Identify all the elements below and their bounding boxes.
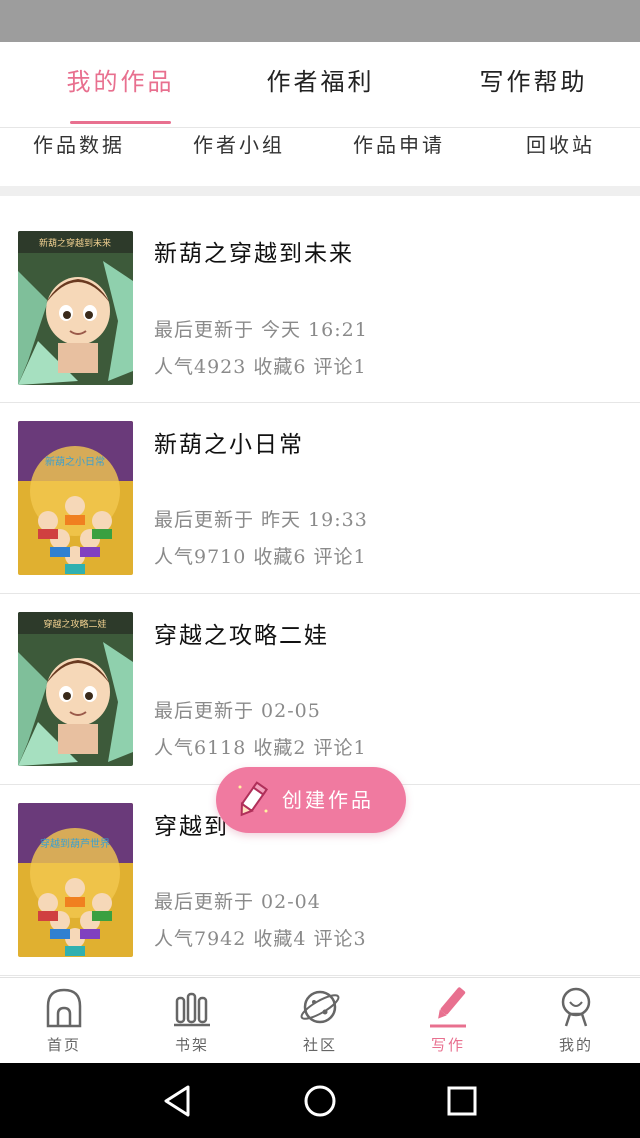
work-cover[interactable]: 穿越之攻略二娃 bbox=[18, 612, 133, 766]
create-work-label: 创建作品 bbox=[282, 788, 374, 812]
home-icon bbox=[46, 988, 82, 1028]
work-item[interactable]: 新葫之穿越到未来 新葫之穿越到未来 最后更新于 今天 16:21 人气4923 … bbox=[0, 196, 640, 403]
back-icon[interactable] bbox=[158, 1081, 198, 1121]
tab-writing-help[interactable]: 写作帮助 bbox=[427, 42, 640, 128]
system-nav-bar bbox=[0, 1063, 640, 1138]
work-updated-time: 最后更新于 02-04 bbox=[154, 891, 321, 913]
work-updated-time: 最后更新于 昨天 19:33 bbox=[154, 509, 368, 531]
tab-my-works[interactable]: 我的作品 bbox=[14, 42, 227, 128]
work-stats: 人气6118 收藏2 评论1 bbox=[154, 737, 367, 759]
works-list: 新葫之穿越到未来 新葫之穿越到未来 最后更新于 今天 16:21 人气4923 … bbox=[0, 196, 640, 976]
work-title: 新葫之穿越到未来 bbox=[154, 241, 354, 267]
work-item[interactable]: 穿越之攻略二娃 穿越之攻略二娃 最后更新于 02-05 人气6118 收藏2 评… bbox=[0, 594, 640, 785]
work-cover[interactable]: 新葫之小日常 bbox=[18, 421, 133, 575]
nav-community-label: 社区 bbox=[302, 1036, 337, 1054]
work-updated-time: 最后更新于 今天 16:21 bbox=[154, 319, 368, 341]
svg-text:新葫之小日常: 新葫之小日常 bbox=[45, 455, 105, 468]
recent-apps-icon[interactable] bbox=[442, 1081, 482, 1121]
work-stats: 人气9710 收藏6 评论1 bbox=[154, 546, 367, 568]
pen-icon bbox=[430, 987, 466, 1028]
work-stats: 人气7942 收藏4 评论3 bbox=[154, 928, 367, 950]
nav-community[interactable]: 社区 bbox=[256, 978, 384, 1064]
work-cover[interactable]: 新葫之穿越到未来 bbox=[18, 231, 133, 385]
nav-writing-label: 写作 bbox=[430, 1036, 465, 1054]
top-tab-bar: 我的作品 作者福利 写作帮助 bbox=[0, 42, 640, 128]
work-title: 新葫之小日常 bbox=[154, 432, 304, 458]
nav-bookshelf-label: 书架 bbox=[174, 1036, 209, 1054]
work-item[interactable]: 新葫之小日常 新葫之小日常 最后更新于 昨天 19:33 人气9710 收藏6 … bbox=[0, 403, 640, 594]
nav-profile[interactable]: 我的 bbox=[512, 978, 640, 1064]
svg-text:穿越之攻略二娃: 穿越之攻略二娃 bbox=[43, 618, 106, 630]
work-updated-time: 最后更新于 02-05 bbox=[154, 700, 321, 722]
bottom-nav: 首页 书架 社区 写作 我的 bbox=[0, 977, 640, 1063]
sub-tab-bar: 作品数据 作者小组 作品申请 回收站 bbox=[0, 128, 640, 186]
nav-writing[interactable]: 写作 bbox=[384, 978, 512, 1064]
nav-home[interactable]: 首页 bbox=[0, 978, 128, 1064]
home-circle-icon[interactable] bbox=[300, 1081, 340, 1121]
work-stats: 人气4923 收藏6 评论1 bbox=[154, 356, 367, 378]
profile-icon bbox=[561, 987, 591, 1027]
sub-tab-recycle-bin[interactable]: 回收站 bbox=[526, 128, 595, 162]
tab-author-benefits[interactable]: 作者福利 bbox=[214, 42, 427, 128]
planet-icon bbox=[300, 990, 340, 1024]
section-divider bbox=[0, 186, 640, 196]
nav-profile-label: 我的 bbox=[558, 1036, 593, 1054]
bookshelf-icon bbox=[174, 992, 210, 1027]
work-cover[interactable]: 穿越到葫芦世界 bbox=[18, 803, 133, 957]
svg-text:穿越到葫芦世界: 穿越到葫芦世界 bbox=[40, 837, 110, 850]
nav-bookshelf[interactable]: 书架 bbox=[128, 978, 256, 1064]
status-bar bbox=[0, 0, 640, 42]
nav-home-label: 首页 bbox=[46, 1036, 81, 1054]
sub-tab-author-group[interactable]: 作者小组 bbox=[193, 128, 285, 162]
work-title: 穿越之攻略二娃 bbox=[154, 623, 329, 649]
svg-text:新葫之穿越到未来: 新葫之穿越到未来 bbox=[39, 237, 111, 249]
pencil-icon bbox=[238, 781, 269, 817]
sub-tab-work-data[interactable]: 作品数据 bbox=[33, 128, 125, 162]
sub-tab-work-application[interactable]: 作品申请 bbox=[353, 128, 445, 162]
create-work-button[interactable]: 创建作品 bbox=[216, 767, 406, 833]
